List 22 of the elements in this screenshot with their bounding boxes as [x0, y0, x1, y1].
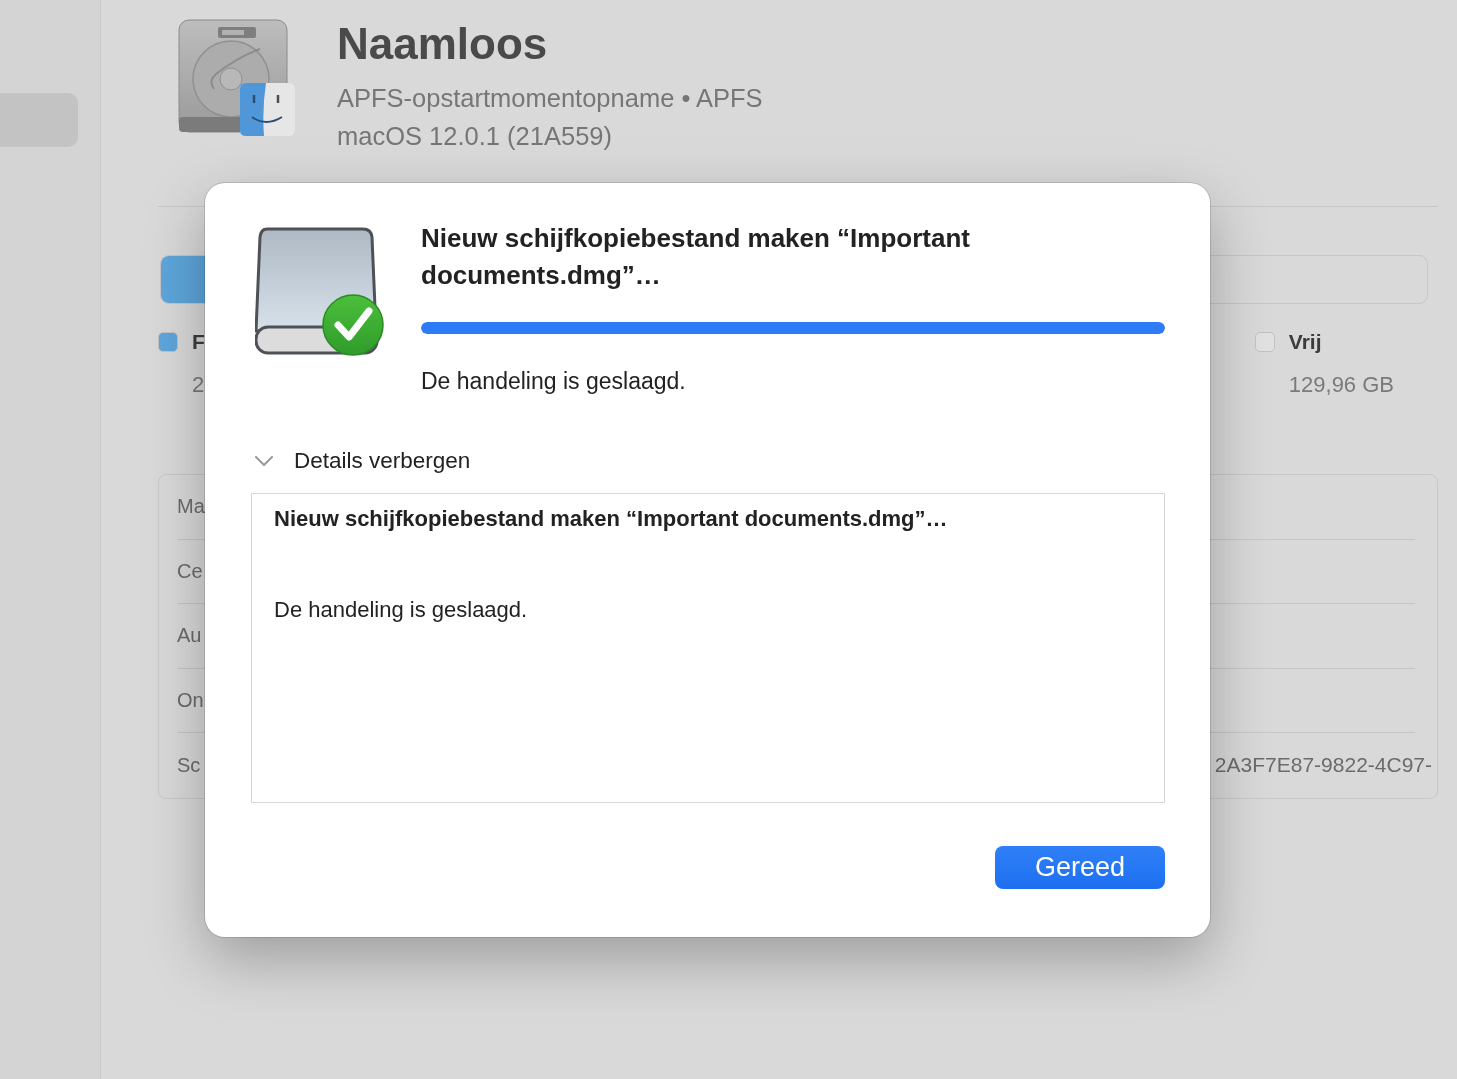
- dialog-title: Nieuw schijfkopiebestand maken “Important documents.dmg”…: [421, 222, 971, 292]
- drive-check-icon: [255, 227, 385, 357]
- info-label: Ce: [177, 559, 203, 583]
- log-heading: Nieuw schijfkopiebestand maken “Important documents.dmg”…: [274, 505, 949, 533]
- chevron-down-icon: [255, 456, 273, 466]
- info-label: Sc: [177, 753, 201, 777]
- info-label: Au: [177, 624, 202, 648]
- info-label: On: [177, 688, 204, 712]
- info-label: Ma: [177, 495, 205, 519]
- log-message: De handeling is geslaagd.: [274, 596, 529, 624]
- status-text: De handeling is geslaagd.: [421, 367, 687, 396]
- done-button[interactable]: Gereed: [995, 846, 1165, 889]
- hard-drive-icon: [178, 19, 296, 137]
- details-toggle[interactable]: Details verbergen: [255, 446, 471, 476]
- volume-subtitle: APFS-opstartmomentopname • APFS: [337, 83, 763, 114]
- info-value: 2A3F7E87-9822-4C97-: [1214, 753, 1432, 778]
- legend-value: 129,96 GB: [1288, 372, 1394, 398]
- legend-value: 2: [192, 372, 205, 398]
- volume-version: macOS 12.0.1 (21A559): [337, 121, 613, 152]
- legend-label: F: [192, 329, 205, 355]
- volume-name: Naamloos: [337, 18, 549, 70]
- legend-label: Vrij: [1288, 329, 1323, 355]
